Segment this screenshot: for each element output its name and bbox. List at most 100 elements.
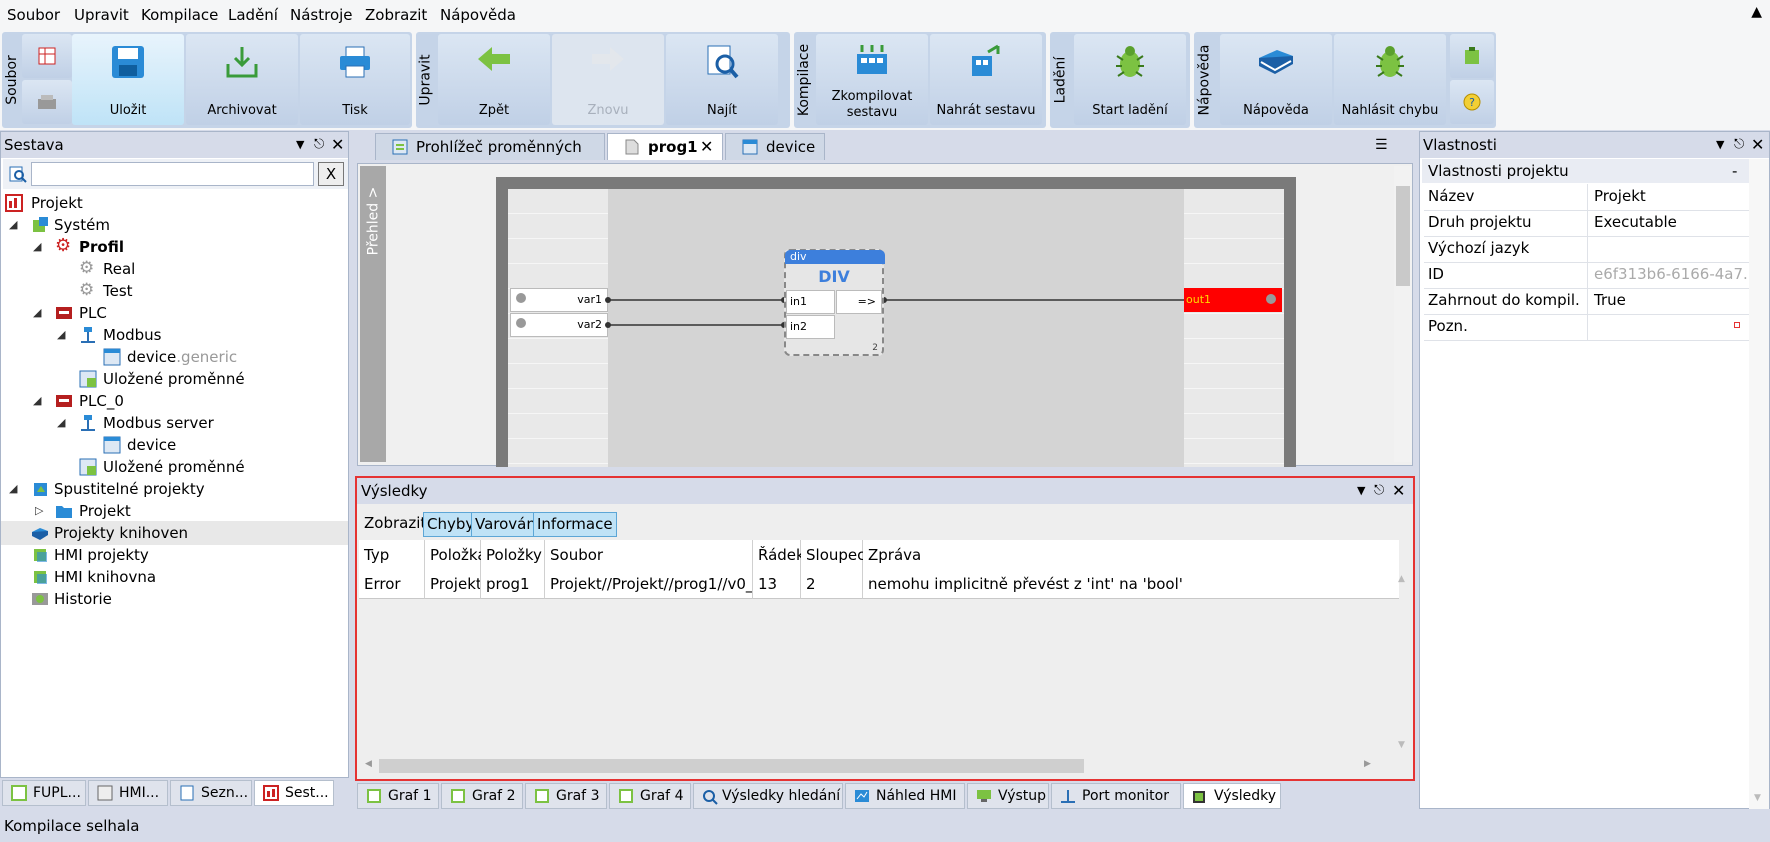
tab-seznam[interactable]: Sezn... — [170, 780, 252, 806]
tab-variable-browser[interactable]: Prohlížeč proměnných — [375, 133, 605, 160]
expanded-icon[interactable]: ◢ — [33, 389, 41, 413]
close-tab-icon[interactable]: ✕ — [700, 134, 713, 160]
ellipsis-icon[interactable] — [1734, 322, 1740, 328]
pin-icon[interactable]: ⎋ — [314, 132, 324, 158]
menu-napoveda[interactable]: Nápověda — [440, 6, 516, 24]
small-grid-button[interactable] — [22, 34, 72, 78]
menu-kompilace[interactable]: Kompilace — [141, 6, 218, 24]
scroll-down-icon[interactable]: ▼ — [1754, 793, 1761, 803]
menu-zobrazit[interactable]: Zobrazit — [365, 6, 427, 24]
tab-graf2[interactable]: Graf 2 — [441, 783, 523, 809]
section-collapse-icon[interactable]: - — [1732, 159, 1737, 183]
close-icon[interactable]: ✕ — [1392, 478, 1405, 504]
output-out1[interactable]: out1 — [1184, 288, 1282, 312]
tab-port-monitor[interactable]: Port monitor — [1051, 783, 1181, 809]
print-button[interactable]: Tisk — [300, 34, 410, 125]
redo-button[interactable]: Znovu — [552, 34, 664, 125]
properties-scrollbar[interactable]: ▼ — [1749, 159, 1769, 809]
results-vertical-scrollbar[interactable]: ▲ ▼ — [1395, 540, 1413, 754]
div-block[interactable]: div DIV in1 in2 => 2 — [784, 249, 885, 356]
scroll-right-icon[interactable]: ▶ — [1364, 759, 1371, 769]
tab-graf3[interactable]: Graf 3 — [525, 783, 607, 809]
start-debug-button[interactable]: Start ladění — [1074, 34, 1186, 125]
search-input[interactable] — [31, 162, 314, 186]
overview-bar[interactable]: Přehled > — [360, 166, 386, 462]
menu-nastroje[interactable]: Nástroje — [290, 6, 353, 24]
menu-ladeni[interactable]: Ladění — [228, 6, 278, 24]
pin-icon[interactable]: ⎋ — [1374, 478, 1384, 504]
properties-section[interactable]: Vlastnosti projektu - — [1422, 159, 1749, 183]
tab-prog1[interactable]: prog1 ✕ — [607, 133, 723, 160]
expanded-icon[interactable]: ◢ — [9, 477, 17, 501]
tree-item-library-projects[interactable]: Projekty knihoven — [1, 521, 348, 545]
small-trash-button[interactable] — [1450, 34, 1494, 78]
cell-typ[interactable]: Error — [359, 570, 425, 599]
tab-results[interactable]: Výsledky — [1183, 783, 1281, 809]
help-button[interactable]: Nápověda — [1220, 34, 1332, 125]
tab-output[interactable]: Výstup — [967, 783, 1049, 809]
cell-polozky[interactable]: prog1 — [481, 570, 545, 599]
small-device-button[interactable] — [22, 80, 72, 124]
tab-graf1[interactable]: Graf 1 — [357, 783, 439, 809]
tab-device[interactable]: device — [725, 133, 825, 160]
property-row[interactable]: Výchozí jazyk — [1424, 236, 1749, 263]
expanded-icon[interactable]: ◢ — [57, 323, 65, 347]
compile-button[interactable]: Zkompilovat sestavu — [816, 34, 928, 125]
tab-hmi[interactable]: HMI... — [88, 780, 168, 806]
results-horizontal-scrollbar[interactable]: ◀ ▶ — [359, 757, 1395, 775]
property-row[interactable]: Název Projekt — [1424, 184, 1749, 211]
col-header-radek[interactable]: Řádek — [753, 540, 805, 570]
cell-radek[interactable]: 13 — [753, 570, 801, 599]
col-header-typ[interactable]: Typ — [359, 540, 425, 570]
dropdown-icon[interactable]: ▼ — [1357, 478, 1365, 504]
property-row[interactable]: ID e6f313b6-6166-4a7... — [1424, 262, 1749, 289]
expanded-icon[interactable]: ◢ — [33, 301, 41, 325]
tab-search-results[interactable]: Výsledky hledání — [693, 783, 843, 809]
block-input-in2[interactable]: in2 — [786, 315, 835, 339]
dropdown-icon[interactable]: ▼ — [1716, 132, 1724, 158]
block-input-in1[interactable]: in1 — [786, 290, 835, 314]
find-button[interactable]: Najít — [666, 34, 778, 125]
search-clear-button[interactable]: X — [318, 162, 344, 186]
report-bug-button[interactable]: Nahlásit chybu — [1334, 34, 1446, 125]
col-header-polozky[interactable]: Položky — [481, 540, 545, 570]
scroll-thumb[interactable] — [1396, 186, 1410, 286]
col-header-zprava[interactable]: Zpráva — [863, 540, 1399, 570]
tab-hmi-preview[interactable]: Náhled HMI — [845, 783, 965, 809]
editor-vertical-scrollbar[interactable] — [1394, 166, 1412, 462]
archive-button[interactable]: Archivovat — [186, 34, 298, 125]
small-help-button[interactable]: ? — [1450, 80, 1494, 124]
scroll-thumb[interactable] — [379, 759, 1084, 773]
expanded-icon[interactable]: ◢ — [9, 213, 17, 237]
tab-fupl[interactable]: FUPL... — [2, 780, 86, 806]
scroll-down-icon[interactable]: ▼ — [1398, 740, 1405, 750]
property-row[interactable]: Zahrnout do kompil... True — [1424, 288, 1749, 315]
cell-sloupec[interactable]: 2 — [801, 570, 863, 599]
filter-info[interactable]: Informace — [533, 512, 617, 537]
property-row[interactable]: Pozn. — [1424, 314, 1749, 341]
tab-list-icon[interactable]: ☰ — [1375, 137, 1388, 153]
close-icon[interactable]: ✕ — [1751, 132, 1764, 158]
expanded-icon[interactable]: ◢ — [57, 411, 65, 435]
close-icon[interactable]: ✕ — [331, 132, 344, 158]
filter-errors[interactable]: Chyby — [423, 512, 479, 537]
expanded-icon[interactable]: ◢ — [33, 235, 41, 259]
tab-graf4[interactable]: Graf 4 — [609, 783, 691, 809]
cell-soubor[interactable]: Projekt//Projekt//prog1//v0_0 — [545, 570, 753, 599]
scroll-left-icon[interactable]: ◀ — [365, 759, 372, 769]
cell-zprava[interactable]: nemohu implicitně převést z 'int' na 'bo… — [863, 570, 1399, 599]
cell-polozka[interactable]: Projekt — [425, 570, 481, 599]
tab-sestava[interactable]: Sest... — [254, 780, 334, 806]
block-output[interactable]: => — [836, 290, 882, 314]
collapsed-icon[interactable]: ▷ — [35, 499, 43, 523]
col-header-polozka[interactable]: Položka — [425, 540, 487, 570]
dropdown-icon[interactable]: ▼ — [296, 132, 304, 158]
canvas[interactable]: var1 var2 div DIV in1 in2 => 2 out1 — [508, 189, 1284, 467]
menu-soubor[interactable]: Soubor — [7, 6, 60, 24]
save-button[interactable]: Uložit — [72, 34, 184, 125]
pin-icon[interactable]: ⎋ — [1734, 132, 1744, 158]
property-row[interactable]: Druh projektu Executable — [1424, 210, 1749, 237]
collapse-ribbon-icon[interactable]: ▲ — [1751, 4, 1762, 20]
col-header-soubor[interactable]: Soubor — [545, 540, 753, 570]
undo-button[interactable]: Zpět — [438, 34, 550, 125]
